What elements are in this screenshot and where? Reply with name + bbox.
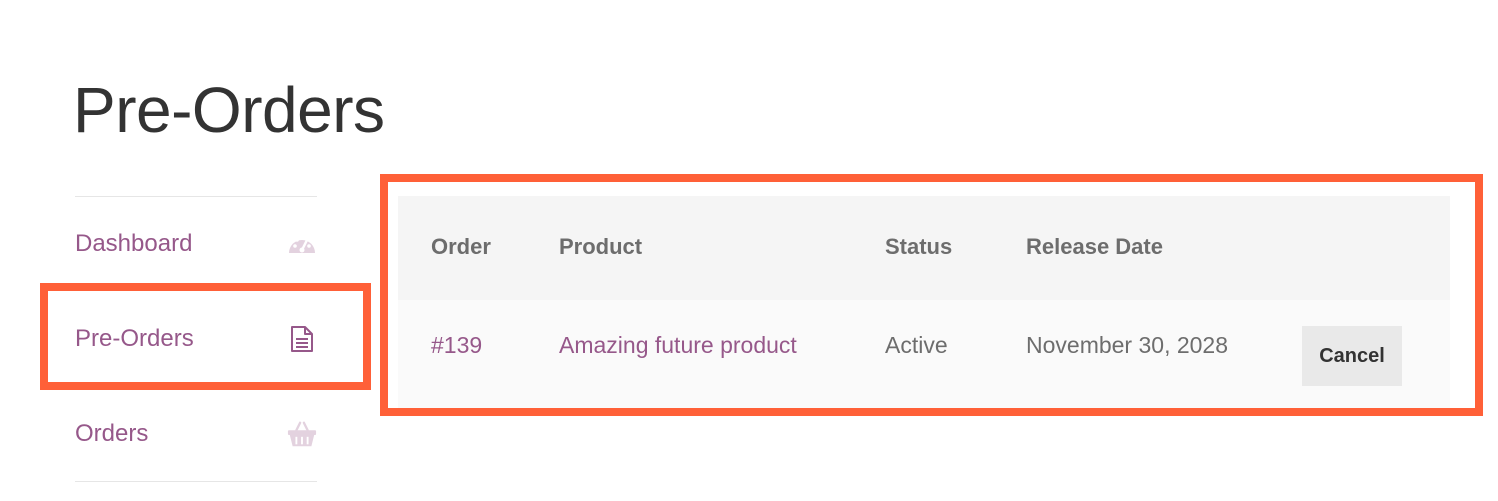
sidebar-item-label: Orders — [75, 420, 149, 447]
sidebar-divider-bottom — [75, 481, 317, 482]
highlight-frame-table — [380, 174, 1483, 416]
sidebar-item-dashboard[interactable]: Dashboard — [75, 220, 317, 268]
sidebar-item-orders[interactable]: Orders — [75, 410, 317, 458]
page-title: Pre-Orders — [73, 74, 385, 146]
dashboard-gauge-icon — [287, 229, 317, 259]
sidebar-item-label: Dashboard — [75, 230, 193, 257]
basket-icon — [287, 419, 317, 449]
sidebar-divider-top — [75, 196, 317, 197]
highlight-frame-sidebar — [40, 283, 371, 390]
